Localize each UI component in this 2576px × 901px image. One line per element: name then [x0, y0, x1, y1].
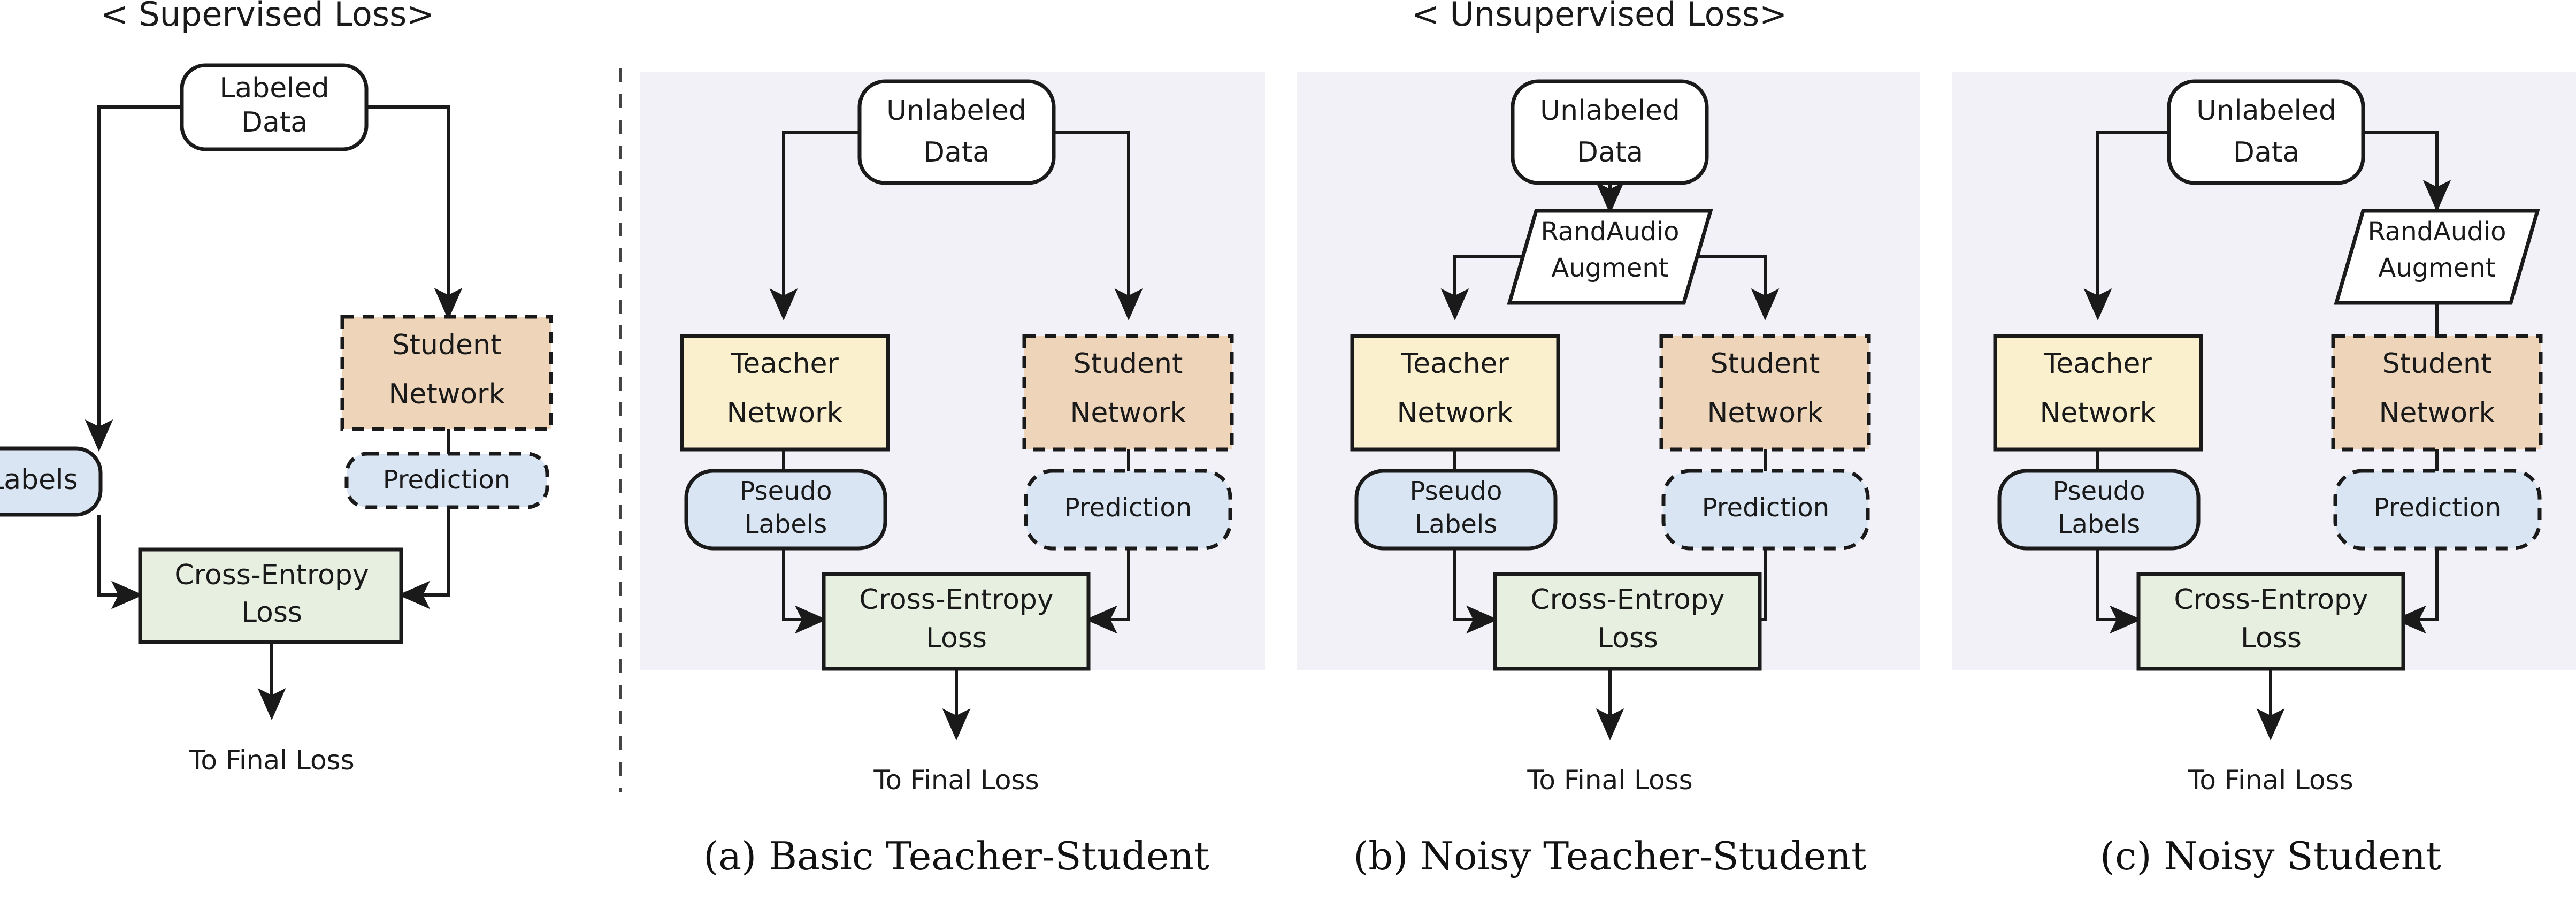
node-c-loss-line1: Cross-Entropy: [2174, 584, 2368, 616]
node-c-student-line1: Student: [2382, 348, 2492, 380]
node-b-loss-line1: Cross-Entropy: [1530, 584, 1724, 616]
node-c-teacher-line2: Network: [2040, 397, 2156, 429]
node-a-pseudo-line2: Labels: [745, 509, 827, 539]
node-a-student-line1: Student: [1074, 348, 1183, 380]
output-label-supervised: To Final Loss: [188, 745, 354, 776]
edge-labels-to-loss: [97, 515, 143, 609]
output-label-a: To Final Loss: [873, 765, 1039, 796]
node-loss-supervised-line1: Cross-Entropy: [174, 559, 369, 591]
caption-b: (b) Noisy Teacher-Student: [1353, 834, 1867, 879]
node-b-pseudo-line1: Pseudo: [1410, 476, 1502, 506]
node-b-prediction-label: Prediction: [1702, 493, 1829, 523]
unsupervised-header: < Unsupervised Loss>: [1412, 0, 1787, 34]
node-c-prediction-label: Prediction: [2374, 493, 2501, 523]
edge-prediction-to-loss: [398, 507, 450, 609]
caption-c: (c) Noisy Student: [2100, 834, 2441, 879]
node-b-unlabeled-data-line1: Unlabeled: [1540, 95, 1680, 127]
node-c-pseudo-line1: Pseudo: [2053, 476, 2145, 506]
node-b-teacher-line2: Network: [1397, 397, 1513, 429]
supervised-panel: Labeled Data Student Network Labels Pred…: [0, 63, 553, 776]
node-c-unlabeled-data-line2: Data: [2233, 136, 2299, 169]
edge-labeleddata-to-labels: [85, 105, 182, 452]
node-loss-supervised-line2: Loss: [241, 597, 302, 629]
node-c-loss-line2: Loss: [2241, 622, 2302, 654]
node-a-loss-line1: Cross-Entropy: [859, 584, 1053, 616]
node-a-teacher-line1: Teacher: [730, 348, 839, 380]
output-label-b: To Final Loss: [1527, 765, 1692, 796]
node-student-network-supervised-line2: Network: [388, 378, 504, 410]
node-a-teacher-line2: Network: [726, 397, 842, 429]
node-c-teacher-line1: Teacher: [2043, 348, 2152, 380]
node-c-pseudo-line2: Labels: [2058, 509, 2141, 539]
node-labeled-data-line1: Labeled: [219, 72, 329, 104]
node-labels-label: Labels: [0, 464, 78, 496]
node-a-unlabeled-data-line2: Data: [923, 136, 990, 169]
node-c-student-line2: Network: [2379, 397, 2495, 429]
node-c-unlabeled-data-line1: Unlabeled: [2196, 95, 2336, 127]
node-c-augment-line2: Augment: [2378, 253, 2495, 283]
node-a-pseudo-line1: Pseudo: [740, 476, 832, 506]
node-student-network-supervised-line1: Student: [392, 329, 502, 361]
figure-canvas: < Supervised Loss> < Unsupervised Loss> …: [0, 0, 2576, 901]
edge-labeleddata-to-student: [366, 105, 463, 320]
node-b-augment-line1: RandAudio: [1540, 217, 1679, 247]
node-b-teacher-line1: Teacher: [1400, 348, 1509, 380]
supervised-header: < Supervised Loss>: [101, 0, 435, 34]
node-labeled-data-line2: Data: [241, 106, 308, 139]
node-prediction-supervised-label: Prediction: [383, 465, 510, 495]
node-b-pseudo-line2: Labels: [1415, 509, 1498, 539]
node-b-student-line1: Student: [1711, 348, 1820, 380]
node-b-unlabeled-data-line2: Data: [1577, 136, 1643, 169]
node-c-augment-line1: RandAudio: [2367, 217, 2506, 247]
node-a-loss-line2: Loss: [926, 622, 987, 654]
node-a-unlabeled-data-line1: Unlabeled: [886, 95, 1026, 127]
output-label-c: To Final Loss: [2187, 765, 2353, 796]
node-b-student-line2: Network: [1707, 397, 1823, 429]
node-a-student-line2: Network: [1070, 397, 1186, 429]
node-b-loss-line2: Loss: [1597, 622, 1658, 654]
caption-a: (a) Basic Teacher-Student: [703, 834, 1209, 879]
node-b-augment-line2: Augment: [1551, 253, 1668, 283]
node-a-prediction-label: Prediction: [1064, 493, 1192, 523]
diagram-svg: < Supervised Loss> < Unsupervised Loss> …: [0, 0, 2576, 879]
